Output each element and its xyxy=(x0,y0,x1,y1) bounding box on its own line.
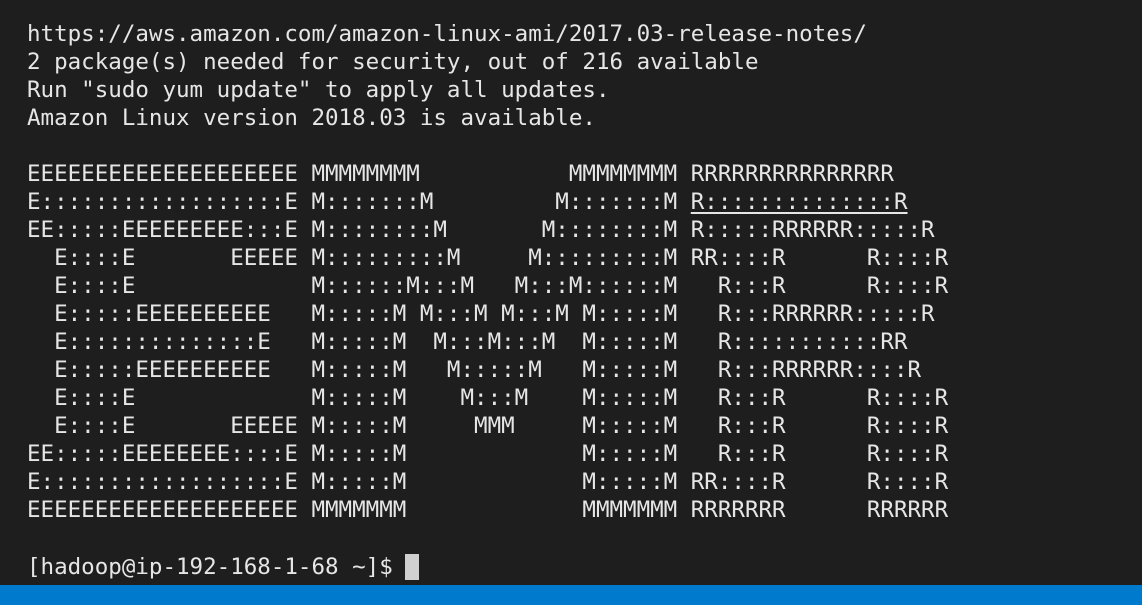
banner-line-2-text: E::::::::::::::::::E M:::::::M M:::::::M xyxy=(27,189,691,215)
banner-line-7: E::::::::::::::E M:::::M M:::M:::M M::::… xyxy=(27,329,908,355)
banner-line-1: EEEEEEEEEEEEEEEEEEEE MMMMMMMM MMMMMMMM R… xyxy=(27,161,894,187)
shell-prompt-line[interactable]: [hadoop@ip-192-168-1-68 ~]$ xyxy=(27,553,419,581)
banner-line-6: E:::::EEEEEEEEEE M:::::M M:::M M:::M M::… xyxy=(27,301,935,327)
banner-line-11: EE:::::EEEEEEEE::::E M:::::M M:::::M R::… xyxy=(27,441,949,467)
banner-line-3: EE:::::EEEEEEEEE:::E M::::::::M M:::::::… xyxy=(27,217,935,243)
motd-line-update-hint: Run "sudo yum update" to apply all updat… xyxy=(27,77,610,103)
emr-ascii-banner: EEEEEEEEEEEEEEEEEEEE MMMMMMMM MMMMMMMM R… xyxy=(27,160,1142,524)
banner-line-2: E::::::::::::::::::E M:::::::M M:::::::M… xyxy=(27,188,1142,216)
banner-line-10: E::::E EEEEE M:::::M MMM M:::::M R:::R R… xyxy=(27,413,949,439)
text-cursor xyxy=(404,554,419,580)
banner-line-4: E::::E EEEEE M:::::::::M M:::::::::M RR:… xyxy=(27,245,949,271)
banner-line-5: E::::E M::::::M:::M M:::M::::::M R:::R R… xyxy=(27,273,949,299)
status-bar xyxy=(0,585,1142,605)
motd-line-release-notes-url: https://aws.amazon.com/amazon-linux-ami/… xyxy=(27,21,867,47)
motd: https://aws.amazon.com/amazon-linux-ami/… xyxy=(27,20,1142,132)
motd-line-security-packages: 2 package(s) needed for security, out of… xyxy=(27,49,759,75)
banner-underlined-link[interactable]: R::::::::::::::R xyxy=(691,189,908,215)
banner-line-13: EEEEEEEEEEEEEEEEEEEE MMMMMMM MMMMMMM RRR… xyxy=(27,497,949,523)
terminal-window[interactable]: https://aws.amazon.com/amazon-linux-ami/… xyxy=(0,0,1142,605)
banner-line-9: E::::E M:::::M M:::M M:::::M R:::R R::::… xyxy=(27,385,949,411)
banner-line-12: E::::::::::::::::::E M:::::M M:::::M RR:… xyxy=(27,469,949,495)
shell-prompt: [hadoop@ip-192-168-1-68 ~]$ xyxy=(27,554,393,580)
motd-line-version-available: Amazon Linux version 2018.03 is availabl… xyxy=(27,105,596,131)
banner-line-8: E:::::EEEEEEEEEE M:::::M M:::::M M:::::M… xyxy=(27,357,922,383)
